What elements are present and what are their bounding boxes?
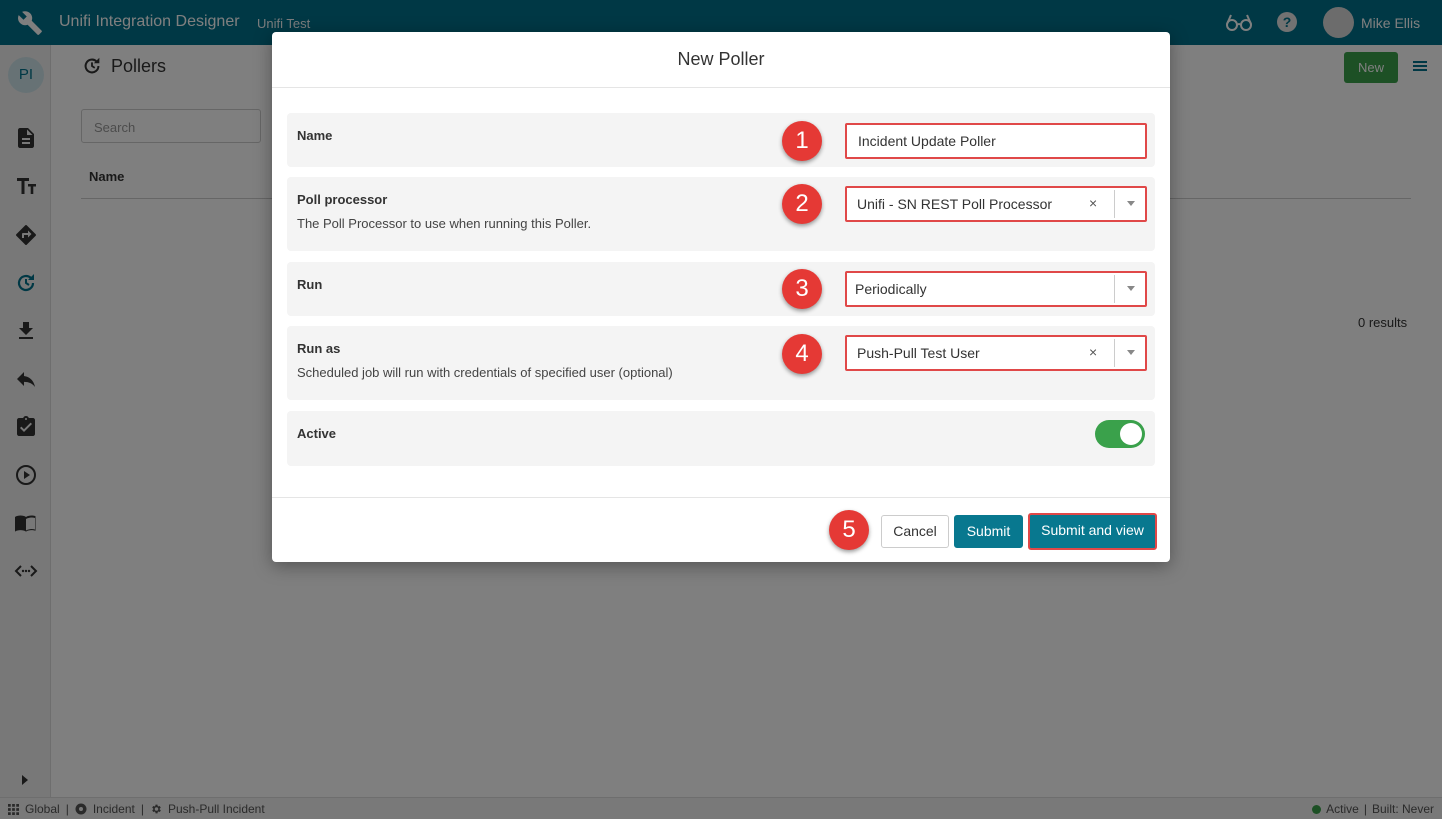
toggle-knob [1120,423,1142,445]
active-field-row: Active [287,411,1155,466]
run-select[interactable]: Periodically [845,271,1147,307]
select-divider [1114,339,1115,367]
poll-processor-description: The Poll Processor to use when running t… [297,216,592,231]
chevron-down-icon[interactable] [1127,350,1135,355]
step-badge-4: 4 [782,334,822,374]
step-badge-3: 3 [782,269,822,309]
step-badge-2: 2 [782,184,822,224]
step-badge-5: 5 [829,510,869,550]
dialog-footer: 5 Cancel Submit Submit and view [272,497,1170,562]
active-label: Active [297,426,337,441]
clear-icon[interactable]: × [1089,344,1097,360]
run-as-label: Run as [297,341,341,356]
run-as-select[interactable]: Push-Pull Test User × [845,335,1147,371]
poll-processor-select[interactable]: Unifi - SN REST Poll Processor × [845,186,1147,222]
run-label: Run [297,277,323,292]
new-poller-dialog: New Poller Name 1 Incident Update Poller… [272,32,1170,562]
poll-processor-label: Poll processor [297,192,388,207]
name-input-value: Incident Update Poller [858,133,996,149]
dialog-title: New Poller [272,32,1170,88]
run-value: Periodically [855,281,927,297]
clear-icon[interactable]: × [1089,195,1097,211]
select-divider [1114,275,1115,303]
cancel-button[interactable]: Cancel [881,515,949,548]
chevron-down-icon[interactable] [1127,286,1135,291]
name-input[interactable]: Incident Update Poller [845,123,1147,159]
submit-and-view-button[interactable]: Submit and view [1028,513,1157,550]
step-badge-1: 1 [782,121,822,161]
chevron-down-icon[interactable] [1127,201,1135,206]
select-divider [1114,190,1115,218]
run-as-value: Push-Pull Test User [857,345,980,361]
active-toggle[interactable] [1095,420,1145,448]
poll-processor-value: Unifi - SN REST Poll Processor [857,196,1053,212]
run-as-description: Scheduled job will run with credentials … [297,365,673,380]
name-label: Name [297,128,333,143]
submit-button[interactable]: Submit [954,515,1023,548]
